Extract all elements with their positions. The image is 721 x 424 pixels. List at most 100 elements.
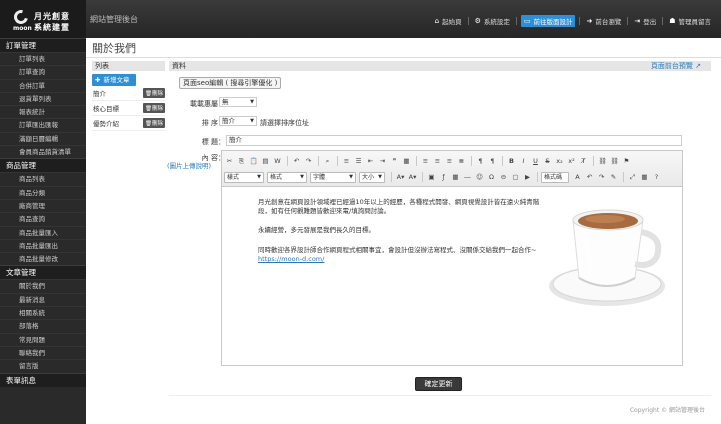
smiley-icon[interactable]: ☺ — [474, 172, 485, 183]
sidebar-item[interactable]: 訂單查詢 — [0, 65, 86, 78]
anchor-icon[interactable]: ⚑ — [621, 156, 632, 167]
sidebar-item[interactable]: 會員商品銷貨清單 — [0, 145, 86, 158]
rtl-icon[interactable]: ¶ — [487, 156, 498, 167]
nav-settings[interactable]: ⚙ 系統設定 — [473, 15, 512, 27]
sidebar-section-articles[interactable]: 文章管理 — [0, 265, 86, 280]
underline-icon[interactable]: U — [530, 156, 541, 167]
nav-home[interactable]: ⌂ 起始頁 — [433, 15, 464, 27]
sidebar-item[interactable]: 相關系統 — [0, 306, 86, 319]
submit-update-button[interactable]: 確定更新 — [415, 377, 462, 391]
nav-layout-design[interactable]: ▭ 前往版面設計 — [520, 15, 576, 27]
copy-icon[interactable]: ⎘ — [236, 156, 247, 167]
sidebar-item[interactable]: 訂單列表 — [0, 52, 86, 65]
delete-button[interactable]: 🗑刪除 — [143, 118, 165, 128]
sidebar-item[interactable]: 最新消息 — [0, 292, 86, 306]
sidebar-item[interactable]: 商品批量匯入 — [0, 225, 86, 239]
paste-word-icon[interactable]: W — [272, 156, 283, 167]
text-color-icon[interactable]: A▾ — [395, 172, 406, 183]
sidebar-item[interactable]: 報表統計 — [0, 105, 86, 118]
sidebar-section-products[interactable]: 商品管理 — [0, 158, 86, 173]
iframe-icon[interactable]: ▢ — [510, 172, 521, 183]
sidebar-item[interactable]: 商品列表 — [0, 172, 86, 185]
format-select[interactable]: 樣式 ▼ — [224, 171, 264, 183]
website-link[interactable]: https://moon-d.com/ — [258, 255, 536, 264]
editor-content-area[interactable]: 月光創意在網頁設計領域裡已經過10年以上的經歷，各種程式開發、網頁視覺設計皆在遠… — [222, 188, 682, 365]
nav-frontend[interactable]: ➜ 前台瀏覽 — [584, 15, 623, 27]
link-icon[interactable]: ⛓ — [597, 156, 608, 167]
italic-icon[interactable]: I — [518, 156, 529, 167]
sidebar-item[interactable]: 退貨單列表 — [0, 91, 86, 105]
show-blocks-icon[interactable]: ▦ — [639, 172, 650, 183]
order-select[interactable]: 簡介 ▼ — [219, 116, 257, 126]
sidebar-item-about-us[interactable]: 關於我們 — [0, 279, 86, 292]
paste-icon[interactable]: 📋 — [248, 156, 259, 167]
font-select[interactable]: 字體 ▼ — [310, 171, 356, 183]
superscript-icon[interactable]: x² — [566, 156, 577, 167]
nav-admin-message[interactable]: ☗ 管理員留言 — [667, 15, 713, 27]
sidebar-item[interactable]: 商品分類 — [0, 185, 86, 199]
display-category-select[interactable]: 無 ▼ — [219, 97, 257, 107]
outdent-icon[interactable]: ⇤ — [365, 156, 376, 167]
sidebar-item[interactable]: 聯絡我們 — [0, 345, 86, 359]
list-item-name[interactable]: 優勢介紹 — [92, 118, 119, 128]
text-direction-icon[interactable]: A — [572, 172, 583, 183]
image-icon[interactable]: ▣ — [426, 172, 437, 183]
delete-button[interactable]: 🗑刪除 — [143, 103, 165, 113]
align-left-icon[interactable]: ≡ — [420, 156, 431, 167]
unlink-icon[interactable]: ⛓ — [609, 156, 620, 167]
brush-icon[interactable]: ✎ — [608, 172, 619, 183]
remove-format-icon[interactable]: T̸ — [578, 156, 589, 167]
special-char-icon[interactable]: Ω — [486, 172, 497, 183]
subscript-icon[interactable]: x₂ — [554, 156, 565, 167]
sidebar-item[interactable]: 商品查詢 — [0, 212, 86, 225]
sidebar-item[interactable]: 合併訂單 — [0, 78, 86, 92]
style-select[interactable]: 格式 ▼ — [267, 171, 307, 183]
redo-format-icon[interactable]: ↷ — [596, 172, 607, 183]
align-justify-icon[interactable]: ≣ — [456, 156, 467, 167]
indent-icon[interactable]: ⇥ — [377, 156, 388, 167]
sidebar-item[interactable]: 商品批量匯出 — [0, 238, 86, 252]
bold-icon[interactable]: B — [506, 156, 517, 167]
frontend-preview-link[interactable]: 頁面前台預覽 ↗ — [651, 61, 701, 71]
redo-icon[interactable]: ↷ — [303, 156, 314, 167]
list-item[interactable]: 核心目標 🗑刪除 — [92, 101, 165, 116]
sidebar-item[interactable]: 留言版 — [0, 359, 86, 372]
bullet-list-icon[interactable]: ☰ — [353, 156, 364, 167]
sidebar-item[interactable]: 滿額日曆編輯 — [0, 131, 86, 145]
background-color-icon[interactable]: A▾ — [407, 172, 418, 183]
sidebar-section-orders[interactable]: 訂單管理 — [0, 38, 86, 52]
delete-button[interactable]: 🗑刪除 — [143, 88, 165, 98]
div-container-icon[interactable]: ▦ — [401, 156, 412, 167]
logo[interactable]: 月光創意 系統建置 moon — [0, 0, 86, 38]
list-item[interactable]: 優勢介紹 🗑刪除 — [92, 116, 165, 131]
add-article-button[interactable]: ✚ 新增文章 — [92, 74, 136, 86]
page-break-icon[interactable]: ⊖ — [498, 172, 509, 183]
blockquote-icon[interactable]: ❞ — [389, 156, 400, 167]
align-right-icon[interactable]: ≡ — [444, 156, 455, 167]
sidebar-item[interactable]: 訂單匯出匯報 — [0, 118, 86, 131]
align-center-icon[interactable]: ≡ — [432, 156, 443, 167]
sidebar-section-forms[interactable]: 表單訊息 — [0, 372, 86, 387]
sidebar-item[interactable]: 廠商管理 — [0, 198, 86, 212]
maximize-icon[interactable]: ⤢ — [627, 172, 638, 183]
youtube-icon[interactable]: ▶ — [522, 172, 533, 183]
undo-icon[interactable]: ↶ — [291, 156, 302, 167]
flash-icon[interactable]: ƒ — [438, 172, 449, 183]
sidebar-item[interactable]: 部落格 — [0, 319, 86, 332]
undo-format-icon[interactable]: ↶ — [584, 172, 595, 183]
ltr-icon[interactable]: ¶ — [475, 156, 486, 167]
list-item-name[interactable]: 核心目標 — [92, 103, 119, 113]
format-table-button[interactable]: 格式碼 — [541, 171, 569, 183]
cut-icon[interactable]: ✂ — [224, 156, 235, 167]
nav-logout[interactable]: ⇥ 登出 — [632, 15, 658, 27]
list-item[interactable]: 簡介 🗑刪除 — [92, 86, 165, 101]
numbered-list-icon[interactable]: ≡ — [341, 156, 352, 167]
find-icon[interactable]: ⌕ — [322, 156, 333, 167]
sidebar-item[interactable]: 常見問題 — [0, 332, 86, 346]
image-upload-help-link[interactable]: (圖片上傳說明) — [167, 160, 211, 170]
sidebar-item[interactable]: 商品批量修改 — [0, 252, 86, 265]
strikethrough-icon[interactable]: S — [542, 156, 553, 167]
paste-text-icon[interactable]: ▤ — [260, 156, 271, 167]
size-select[interactable]: 大小 ▼ — [359, 171, 385, 183]
table-icon[interactable]: ▦ — [450, 172, 461, 183]
